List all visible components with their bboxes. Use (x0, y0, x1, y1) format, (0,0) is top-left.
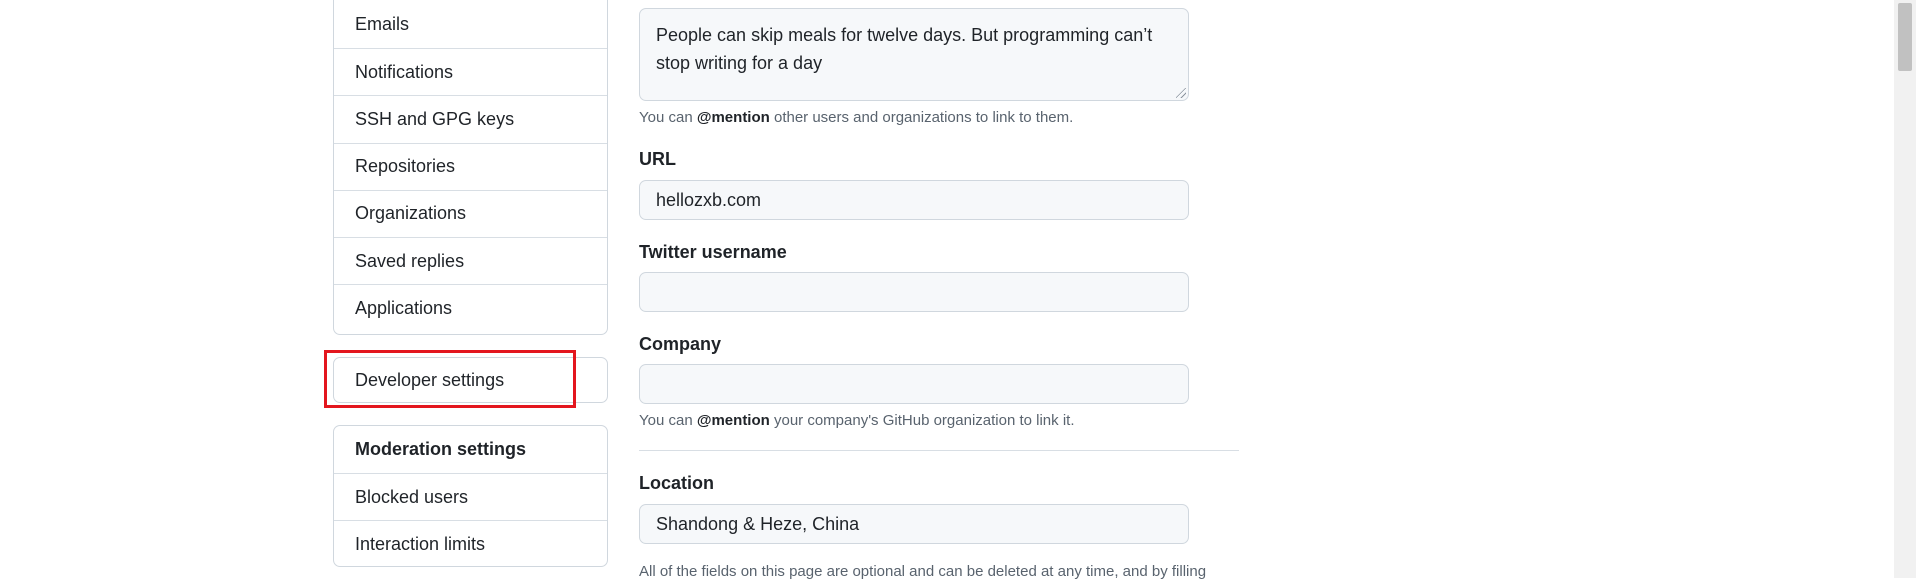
sidebar-item-label: Notifications (355, 61, 454, 82)
sidebar-item-applications[interactable]: Applications (334, 284, 607, 331)
sidebar-item-developer-settings[interactable]: Developer settings (334, 358, 607, 402)
sidebar-item-label: Interaction limits (355, 533, 486, 554)
bio-textarea[interactable]: People can skip meals for twelve days. B… (639, 8, 1189, 101)
sidebar-item-repositories[interactable]: Repositories (334, 142, 607, 190)
sidebar-item-label: Repositories (355, 156, 456, 177)
sidebar-item-notifications[interactable]: Notifications (334, 48, 607, 95)
moderation-settings-nav: Moderation settings Blocked users Intera… (333, 425, 608, 567)
note-text: You can (639, 109, 697, 126)
sidebar-item-emails[interactable]: Emails (334, 1, 607, 48)
settings-nav: Emails Notifications SSH and GPG keys Re… (333, 0, 608, 335)
section-divider (639, 450, 1239, 451)
page-scrollbar[interactable] (1894, 0, 1916, 578)
sidebar-item-label: Blocked users (355, 486, 469, 507)
note-mention: @mention (696, 412, 770, 429)
bio-note: You can @mention other users and organiz… (639, 109, 1073, 126)
scrollbar-thumb[interactable] (1898, 3, 1912, 71)
location-value: Shandong & Heze, China (656, 513, 860, 534)
company-label: Company (639, 334, 722, 354)
moderation-settings-heading: Moderation settings (355, 439, 527, 459)
bio-text: People can skip meals for twelve days. B… (656, 25, 1153, 73)
sidebar-item-interaction-limits[interactable]: Interaction limits (334, 520, 607, 567)
optional-fields-note: All of the fields on this page are optio… (639, 563, 1207, 580)
sidebar-item-label: Emails (355, 14, 410, 35)
sidebar-item-blocked-users[interactable]: Blocked users (334, 473, 607, 520)
location-label: Location (639, 473, 714, 493)
twitter-username-input[interactable] (639, 272, 1189, 312)
url-value: hellozxb.com (656, 189, 762, 210)
sidebar-item-label: Applications (355, 297, 453, 318)
note-text: your company's GitHub organization to li… (769, 412, 1075, 429)
sidebar-item-ssh-gpg-keys[interactable]: SSH and GPG keys (334, 95, 607, 142)
url-label: URL (639, 149, 676, 169)
note-mention: @mention (696, 109, 770, 126)
note-text: other users and organizations to link to… (769, 109, 1074, 126)
sidebar-item-saved-replies[interactable]: Saved replies (334, 236, 607, 284)
company-input[interactable] (639, 364, 1189, 404)
note-text: You can (639, 412, 697, 429)
location-input[interactable]: Shandong & Heze, China (639, 504, 1189, 544)
sidebar-item-label: Saved replies (355, 250, 465, 271)
twitter-label: Twitter username (639, 242, 787, 262)
company-note: You can @mention your company's GitHub o… (639, 412, 1075, 429)
url-input[interactable]: hellozxb.com (639, 180, 1189, 220)
sidebar-item-organizations[interactable]: Organizations (334, 189, 607, 237)
sidebar-item-label: Organizations (355, 203, 467, 224)
sidebar-item-label: SSH and GPG keys (355, 108, 515, 129)
developer-settings-nav: Developer settings (333, 357, 608, 403)
sidebar-item-label: Developer settings (355, 369, 505, 390)
resize-handle-icon[interactable] (1176, 88, 1186, 98)
